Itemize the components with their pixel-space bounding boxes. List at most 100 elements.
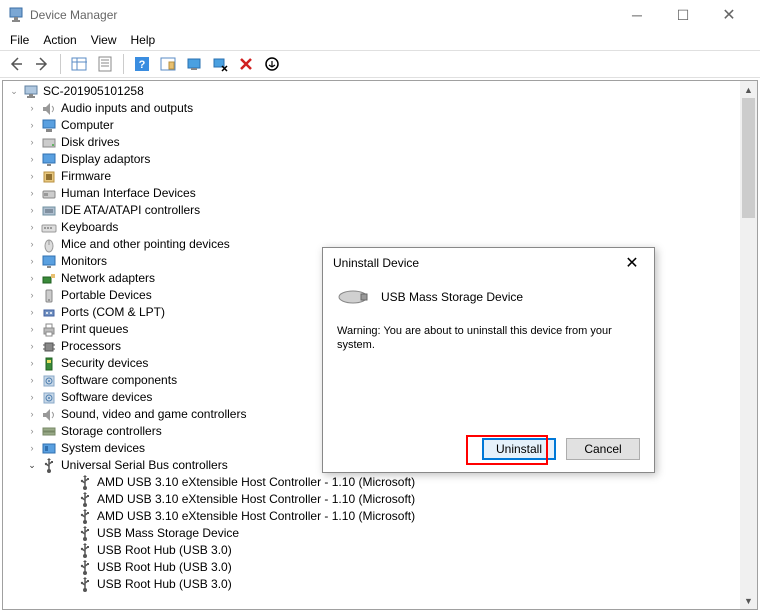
expander-icon[interactable]: ›	[25, 187, 39, 201]
tree-category[interactable]: › Human Interface Devices	[3, 185, 757, 202]
expander-icon[interactable]: ›	[25, 289, 39, 303]
expander-icon[interactable]: ›	[25, 374, 39, 388]
expander-icon[interactable]: ›	[25, 340, 39, 354]
tree-label: IDE ATA/ATAPI controllers	[61, 202, 200, 219]
expander-icon[interactable]: ›	[25, 204, 39, 218]
scroll-down-icon[interactable]: ▼	[740, 592, 757, 609]
forward-button[interactable]	[30, 52, 54, 76]
tree-category[interactable]: ›Audio inputs and outputs	[3, 100, 757, 117]
scroll-up-icon[interactable]: ▲	[740, 81, 757, 98]
expander-icon[interactable]: ›	[25, 119, 39, 133]
expander-icon[interactable]: ›	[25, 323, 39, 337]
expander-icon[interactable]: ›	[25, 153, 39, 167]
disable-device-button[interactable]	[208, 52, 232, 76]
show-hide-tree-button[interactable]	[67, 52, 91, 76]
category-icon	[41, 101, 57, 117]
tree-label: Storage controllers	[61, 423, 162, 440]
expander-icon[interactable]: ›	[25, 221, 39, 235]
expander-icon[interactable]: ›	[25, 102, 39, 116]
menubar: File Action View Help	[0, 30, 760, 50]
back-button[interactable]	[4, 52, 28, 76]
category-icon	[41, 288, 57, 304]
tree-device[interactable]: AMD USB 3.10 eXtensible Host Controller …	[3, 491, 757, 508]
tree-label: Software devices	[61, 389, 152, 406]
tree-label: Human Interface Devices	[61, 185, 196, 202]
highlight-annotation	[466, 435, 548, 465]
tree-label: Sound, video and game controllers	[61, 406, 246, 423]
tree-category[interactable]: › Keyboards	[3, 219, 757, 236]
tree-category[interactable]: ›Firmware	[3, 168, 757, 185]
tree-category[interactable]: ›Computer	[3, 117, 757, 134]
category-icon	[41, 237, 57, 253]
tree-device[interactable]: USB Mass Storage Device	[3, 525, 757, 542]
menu-file[interactable]: File	[6, 30, 39, 50]
category-icon	[41, 424, 57, 440]
category-icon	[41, 373, 57, 389]
tree-label: Universal Serial Bus controllers	[61, 457, 228, 474]
tree-label: Mice and other pointing devices	[61, 236, 230, 253]
expander-icon[interactable]: ›	[25, 306, 39, 320]
expander-icon[interactable]: ›	[25, 136, 39, 150]
maximize-button[interactable]: ☐	[660, 0, 706, 30]
tree-label: Monitors	[61, 253, 107, 270]
minimize-button[interactable]: ─	[614, 0, 660, 30]
usb-device-icon	[337, 286, 369, 308]
window-title: Device Manager	[30, 8, 614, 22]
tree-label: Network adapters	[61, 270, 155, 287]
scroll-thumb[interactable]	[742, 98, 755, 218]
tree-label: Portable Devices	[61, 287, 152, 304]
expander-icon[interactable]: ›	[25, 425, 39, 439]
category-icon	[41, 441, 57, 457]
dialog-close-button[interactable]: ✕	[620, 253, 644, 273]
tree-device[interactable]: AMD USB 3.10 eXtensible Host Controller …	[3, 474, 757, 491]
add-legacy-button[interactable]	[260, 52, 284, 76]
category-icon	[41, 220, 57, 236]
tree-label: Keyboards	[61, 219, 118, 236]
cancel-button[interactable]: Cancel	[566, 438, 640, 460]
pc-icon	[23, 84, 39, 100]
tree-root[interactable]: ⌄SC-201905101258	[3, 83, 757, 100]
usb-icon	[77, 560, 93, 576]
help-button[interactable]: ?	[130, 52, 154, 76]
category-icon	[41, 407, 57, 423]
properties-button[interactable]	[93, 52, 117, 76]
tree-device[interactable]: USB Root Hub (USB 3.0)	[3, 559, 757, 576]
expander-icon[interactable]: ⌄	[7, 85, 21, 99]
tree-label: USB Root Hub (USB 3.0)	[97, 542, 232, 559]
expander-icon[interactable]: ›	[25, 255, 39, 269]
toolbar: ?	[0, 50, 760, 78]
expander-icon[interactable]: ›	[25, 238, 39, 252]
category-icon	[41, 390, 57, 406]
category-icon	[41, 458, 57, 474]
expander-icon[interactable]: ›	[25, 442, 39, 456]
expander-icon[interactable]: ›	[25, 357, 39, 371]
dialog-warning-text: Warning: You are about to uninstall this…	[337, 324, 640, 353]
category-icon	[41, 152, 57, 168]
tree-device[interactable]: AMD USB 3.10 eXtensible Host Controller …	[3, 508, 757, 525]
menu-help[interactable]: Help	[127, 30, 166, 50]
menu-view[interactable]: View	[87, 30, 127, 50]
usb-icon	[77, 543, 93, 559]
tree-category[interactable]: ›Display adaptors	[3, 151, 757, 168]
expander-icon[interactable]: ›	[25, 408, 39, 422]
tree-device[interactable]: USB Root Hub (USB 3.0)	[3, 542, 757, 559]
update-driver-button[interactable]	[182, 52, 206, 76]
expander-icon[interactable]: ›	[25, 391, 39, 405]
menu-action[interactable]: Action	[39, 30, 86, 50]
tree-category[interactable]: ›Disk drives	[3, 134, 757, 151]
tree-device[interactable]: USB Root Hub (USB 3.0)	[3, 576, 757, 593]
expander-icon[interactable]: ›	[25, 272, 39, 286]
category-icon	[41, 118, 57, 134]
category-icon	[41, 203, 57, 219]
expander-icon[interactable]: ›	[25, 170, 39, 184]
tree-label: USB Root Hub (USB 3.0)	[97, 576, 232, 593]
scan-hardware-button[interactable]	[156, 52, 180, 76]
tree-label: Processors	[61, 338, 121, 355]
scrollbar[interactable]: ▲ ▼	[740, 81, 757, 609]
tree-category[interactable]: › IDE ATA/ATAPI controllers	[3, 202, 757, 219]
expander-icon[interactable]: ⌄	[25, 459, 39, 473]
tree-label: Software components	[61, 372, 177, 389]
tree-label: Print queues	[61, 321, 128, 338]
close-button[interactable]: ✕	[706, 0, 752, 30]
uninstall-device-button[interactable]	[234, 52, 258, 76]
